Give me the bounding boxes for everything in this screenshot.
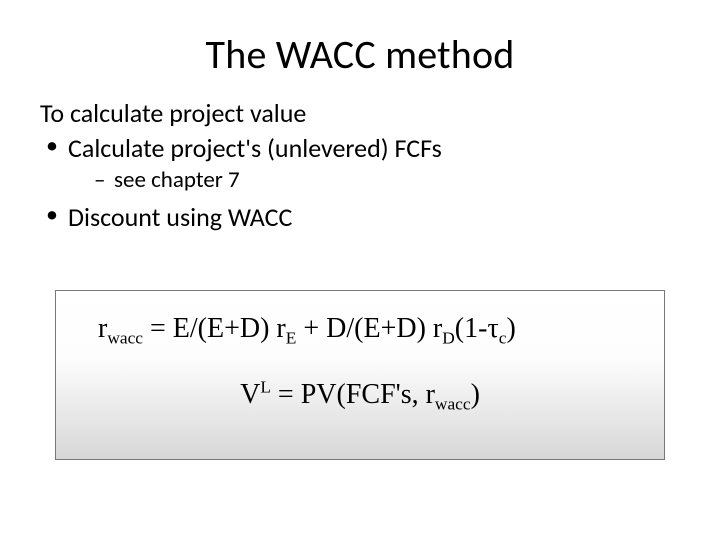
bullet-1-text: Calculate project's (unlevered) FCFs	[68, 132, 442, 164]
slide-body: To calculate project value Calculate pro…	[40, 97, 680, 233]
f-V: V	[240, 379, 260, 410]
f-D-sub: D	[442, 329, 455, 348]
intro-text: To calculate project value	[40, 97, 680, 130]
f-open: (1-	[455, 313, 488, 344]
f-eq2: = PV(FCF's, r	[271, 379, 435, 410]
formula-box: rwacc = E/(E+D) rE + D/(E+D) rD(1-τc) VL…	[55, 290, 665, 460]
f-eq: = E/(E+D) r	[143, 313, 286, 344]
formula-line-2: VL = PV(FCF's, rwacc)	[76, 379, 644, 411]
f-L-sup: L	[260, 378, 271, 397]
bullet-item-1: Calculate project's (unlevered) FCFs see…	[44, 132, 680, 195]
f-tau: τ	[487, 313, 498, 344]
slide: The WACC method To calculate project val…	[0, 0, 720, 540]
sub-list: see chapter 7	[68, 166, 680, 195]
formula-line-1: rwacc = E/(E+D) rE + D/(E+D) rD(1-τc)	[76, 313, 644, 345]
f-E-sub: E	[286, 329, 297, 348]
bullet-list: Calculate project's (unlevered) FCFs see…	[40, 132, 680, 234]
sub-1-text: see chapter 7	[114, 166, 240, 194]
f-wacc2-sub: wacc	[435, 395, 471, 414]
f-wacc-sub: wacc	[107, 329, 143, 348]
f-r: r	[98, 313, 107, 344]
slide-title: The WACC method	[40, 30, 680, 79]
f-plus: + D/(E+D) r	[296, 313, 442, 344]
sub-item-1: see chapter 7	[94, 166, 680, 195]
f-close: )	[506, 313, 515, 344]
bullet-item-2: Discount using WACC	[44, 201, 680, 234]
f-close2: )	[471, 379, 480, 410]
bullet-2-text: Discount using WACC	[68, 201, 292, 233]
